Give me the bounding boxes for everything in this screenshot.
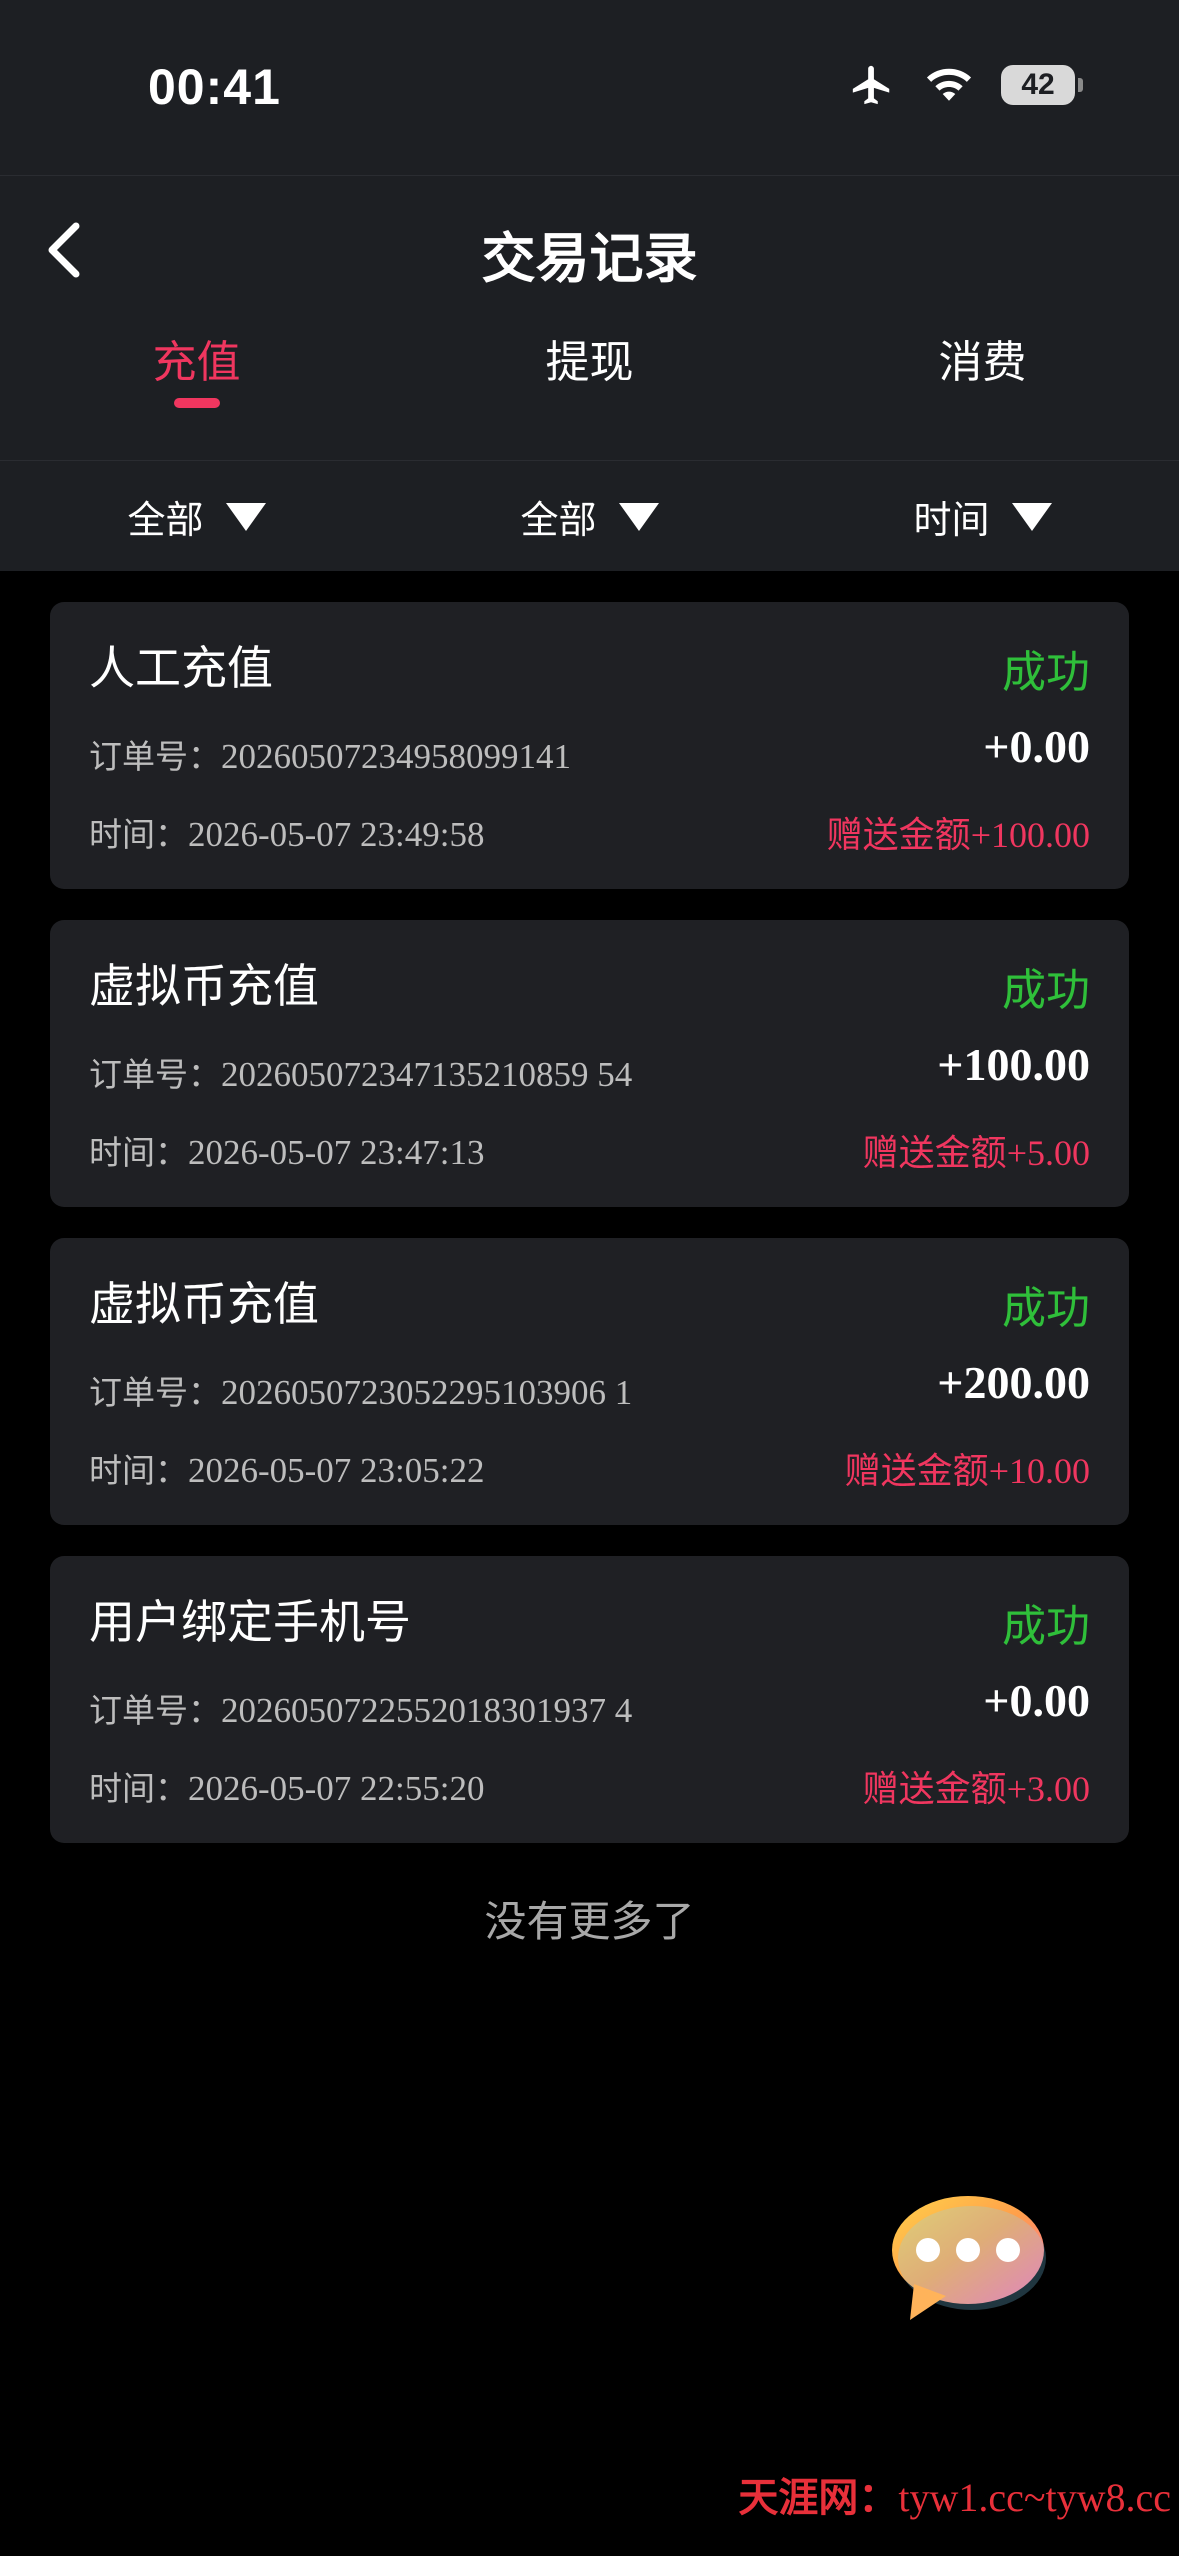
filter-label: 全部 [520, 498, 597, 542]
tab-label: 充值 [152, 337, 241, 388]
battery-indicator: 42 [1001, 65, 1083, 105]
filter-status-dropdown[interactable]: 全部 [393, 489, 786, 544]
tab-withdraw[interactable]: 提现 [393, 326, 786, 390]
order-prefix: 订单号： [89, 1055, 221, 1094]
record-card[interactable]: 人工充值 成功 订单号：20260507234958099141 +0.00 时… [50, 602, 1129, 889]
watermark-name: 天涯网： [738, 2475, 899, 2520]
record-amount: +0.00 [983, 1675, 1090, 1726]
record-bonus: 赠送金额+100.00 [827, 806, 1090, 858]
wifi-icon [926, 68, 972, 101]
tab-label: 提现 [545, 337, 634, 388]
record-bonus: 赠送金额+5.00 [863, 1124, 1090, 1176]
record-time: 时间：2026-05-07 22:55:20 [89, 1762, 485, 1810]
tab-recharge[interactable]: 充值 [0, 326, 393, 408]
order-value: 2026050722552018301937 4 [221, 1691, 633, 1730]
record-bonus: 赠送金额+3.00 [863, 1760, 1090, 1812]
record-amount: +0.00 [983, 721, 1090, 772]
record-title: 虚拟币充值 [89, 1277, 319, 1331]
order-value: 2026050723052295103906 1 [221, 1373, 633, 1412]
filter-time-dropdown[interactable]: 时间 [786, 489, 1179, 544]
triangle-down-icon [618, 502, 659, 531]
time-value: 2026-05-07 23:05:22 [188, 1451, 485, 1490]
bonus-prefix: 赠送金额 [844, 1451, 989, 1492]
order-value: 202605072347135210859 54 [221, 1055, 633, 1094]
bonus-value: +3.00 [1006, 1769, 1090, 1809]
order-value: 20260507234958099141 [221, 737, 571, 776]
active-tab-indicator [173, 398, 220, 408]
order-prefix: 订单号： [89, 1691, 221, 1730]
no-more-text: 没有更多了 [484, 1897, 695, 1946]
time-value: 2026-05-07 23:47:13 [188, 1133, 485, 1172]
tab-bar: 充值 提现 消费 [0, 326, 1179, 436]
record-card[interactable]: 虚拟币充值 成功 订单号：202605072347135210859 54 +1… [50, 920, 1129, 1207]
watermark: 天涯网：tyw1.cc~tyw8.cc [738, 2465, 1171, 2523]
tab-consume[interactable]: 消费 [786, 326, 1179, 390]
bonus-prefix: 赠送金额 [862, 1769, 1007, 1810]
record-time: 时间：2026-05-07 23:05:22 [89, 1444, 485, 1492]
record-amount: +200.00 [937, 1357, 1090, 1408]
record-title: 虚拟币充值 [89, 959, 319, 1013]
chat-bubble-icon[interactable] [880, 2188, 1050, 2328]
time-value: 2026-05-07 23:49:58 [188, 815, 485, 854]
record-status: 成功 [1002, 965, 1090, 1016]
filter-label: 全部 [127, 498, 204, 542]
filter-bar: 全部 全部 时间 [0, 460, 1179, 571]
order-prefix: 订单号： [89, 1373, 221, 1412]
bonus-value: +100.00 [970, 815, 1090, 855]
record-time: 时间：2026-05-07 23:49:58 [89, 808, 485, 856]
record-order-number: 订单号：202605072347135210859 54 [89, 1048, 632, 1096]
time-prefix: 时间： [89, 1133, 188, 1172]
record-status: 成功 [1002, 1283, 1090, 1334]
status-icons: 42 [847, 62, 1083, 108]
bonus-value: +10.00 [988, 1451, 1090, 1491]
triangle-down-icon [1011, 502, 1052, 531]
record-amount: +100.00 [937, 1039, 1090, 1090]
filter-label: 时间 [913, 498, 990, 542]
triangle-down-icon [225, 502, 266, 531]
record-status: 成功 [1002, 1601, 1090, 1652]
bonus-prefix: 赠送金额 [862, 1133, 1007, 1174]
record-time: 时间：2026-05-07 23:47:13 [89, 1126, 485, 1174]
record-order-number: 订单号：20260507234958099141 [89, 730, 571, 778]
nav-header: 交易记录 充值 提现 消费 [0, 176, 1179, 460]
page-title: 交易记录 [481, 227, 698, 290]
record-title: 用户绑定手机号 [89, 1595, 411, 1649]
record-status: 成功 [1002, 647, 1090, 698]
record-order-number: 订单号：2026050722552018301937 4 [89, 1684, 632, 1732]
record-order-number: 订单号：2026050723052295103906 1 [89, 1366, 632, 1414]
order-prefix: 订单号： [89, 737, 221, 776]
time-prefix: 时间： [89, 1451, 188, 1490]
record-card[interactable]: 用户绑定手机号 成功 订单号：2026050722552018301937 4 … [50, 1556, 1129, 1843]
status-bar: 00:41 42 [0, 0, 1179, 176]
watermark-url: tyw1.cc~tyw8.cc [898, 2475, 1171, 2520]
bonus-value: +5.00 [1006, 1133, 1090, 1173]
filter-type-dropdown[interactable]: 全部 [0, 489, 393, 544]
time-prefix: 时间： [89, 1769, 188, 1808]
record-bonus: 赠送金额+10.00 [845, 1442, 1090, 1494]
time-value: 2026-05-07 22:55:20 [188, 1769, 485, 1808]
record-card[interactable]: 虚拟币充值 成功 订单号：2026050723052295103906 1 +2… [50, 1238, 1129, 1525]
tab-label: 消费 [938, 337, 1027, 388]
record-title: 人工充值 [89, 641, 273, 695]
bonus-prefix: 赠送金额 [826, 815, 971, 856]
status-time: 00:41 [148, 59, 281, 115]
time-prefix: 时间： [89, 815, 188, 854]
airplane-icon [852, 65, 890, 105]
